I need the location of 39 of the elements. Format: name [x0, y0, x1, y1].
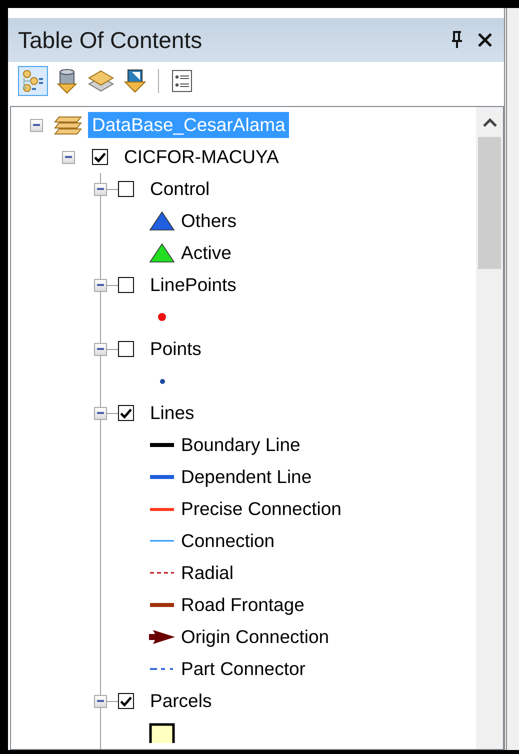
layer-stack-icon — [53, 114, 83, 136]
layer-label[interactable]: Lines — [150, 402, 194, 424]
legend-label: Connection — [181, 530, 275, 552]
database-icon — [56, 68, 78, 94]
layer-label[interactable]: LinePoints — [150, 274, 236, 296]
checkbox[interactable] — [118, 277, 134, 293]
legend-label: Radial — [181, 562, 234, 584]
collapse-button[interactable] — [94, 694, 107, 708]
checkbox[interactable] — [118, 693, 134, 709]
checkbox[interactable] — [92, 149, 108, 165]
legend-label: Boundary Line — [181, 434, 300, 456]
map-arrow-icon — [123, 68, 147, 94]
collapse-button[interactable] — [94, 278, 107, 292]
legend-label: Part Connector — [181, 658, 306, 680]
legend-label: Origin Connection — [181, 626, 330, 648]
layers-icon — [87, 69, 115, 93]
collapse-button[interactable] — [30, 118, 43, 132]
panel-title: Table Of Contents — [18, 26, 204, 54]
layer-label[interactable]: Control — [150, 178, 210, 200]
checkbox[interactable] — [118, 341, 134, 357]
scroll-up-icon[interactable] — [482, 118, 496, 126]
legend-label: Others — [181, 210, 237, 232]
layer-label[interactable]: Points — [150, 338, 202, 360]
legend-label: Active — [181, 242, 232, 264]
collapse-button[interactable] — [62, 150, 75, 164]
collapse-button[interactable] — [94, 182, 107, 196]
legend-label: Road Frontage — [181, 594, 304, 616]
list-options-icon — [171, 69, 193, 93]
scrollbar[interactable] — [476, 107, 503, 749]
legend-label: Precise Connection — [181, 498, 342, 520]
legend-label: Dependent Line — [181, 466, 312, 488]
checkbox[interactable] — [118, 405, 134, 421]
collapse-button[interactable] — [94, 342, 107, 356]
checkbox[interactable] — [118, 181, 134, 197]
layer-label[interactable]: Parcels — [150, 690, 212, 712]
scroll-thumb[interactable] — [478, 137, 501, 269]
collapse-button[interactable] — [94, 406, 107, 420]
layer-list-icon — [21, 69, 45, 93]
group-layer-label[interactable]: CICFOR-MACUYA — [124, 146, 279, 168]
